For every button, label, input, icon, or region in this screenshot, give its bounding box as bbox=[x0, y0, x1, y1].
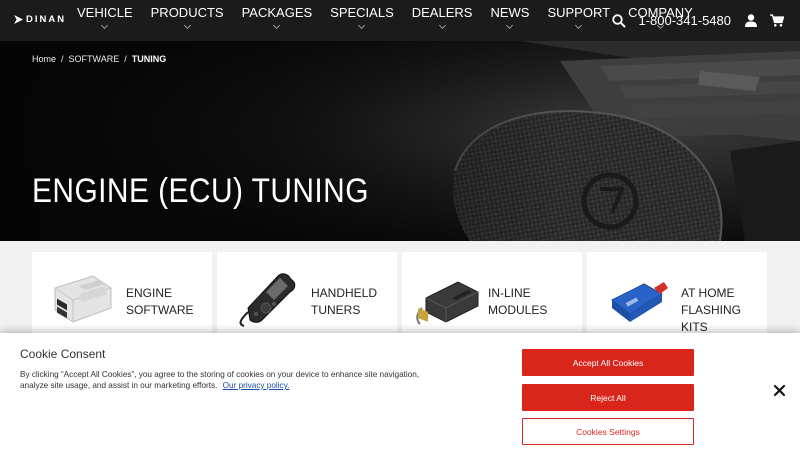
accept-all-cookies-button[interactable]: Accept All Cookies bbox=[522, 349, 694, 376]
obd-flash-cable-image bbox=[601, 268, 671, 328]
card-label: AT HOME FLASHING KITS bbox=[681, 285, 767, 336]
card-label-line: IN-LINE MODULES bbox=[488, 286, 548, 317]
nav-label: VEHICLE bbox=[77, 5, 133, 20]
main-menu: VEHICLE PRODUCTS PACKAGES SPECIALS DEALE… bbox=[68, 0, 702, 41]
close-icon[interactable] bbox=[773, 384, 786, 402]
ecu-module-image bbox=[46, 268, 116, 328]
nav-label: NEWS bbox=[490, 5, 530, 20]
user-icon[interactable] bbox=[745, 14, 757, 27]
chevron-down-icon bbox=[273, 21, 281, 30]
nav-label: PRODUCTS bbox=[150, 5, 224, 20]
nav-utilities: 1-800-341-5480 bbox=[612, 0, 800, 41]
nav-item-news[interactable]: NEWS bbox=[481, 0, 538, 41]
card-label-line: SOFTWARE bbox=[126, 303, 194, 317]
nav-label: SPECIALS bbox=[330, 5, 394, 20]
card-label: IN-LINE MODULES bbox=[488, 285, 582, 319]
search-icon[interactable] bbox=[612, 13, 627, 28]
engine-bay-image bbox=[0, 41, 800, 241]
nav-label: DEALERS bbox=[411, 5, 473, 20]
chevron-down-icon bbox=[506, 21, 514, 30]
card-label: HANDHELD TUNERS bbox=[311, 285, 377, 319]
privacy-policy-link[interactable]: Our privacy policy. bbox=[223, 381, 290, 390]
nav-item-dealers[interactable]: DEALERS bbox=[403, 0, 482, 41]
cookie-description: By clicking “Accept All Cookies”, you ag… bbox=[20, 369, 445, 391]
card-label-line: HANDHELD bbox=[311, 286, 378, 300]
cookie-title: Cookie Consent bbox=[20, 347, 106, 361]
nav-item-specials[interactable]: SPECIALS bbox=[321, 0, 403, 41]
breadcrumb-current: TUNING bbox=[131, 54, 167, 64]
chevron-down-icon bbox=[438, 21, 446, 30]
logo-text: DINAN bbox=[26, 14, 67, 25]
breadcrumb-separator: / bbox=[124, 54, 127, 64]
cookies-settings-button[interactable]: Cookies Settings bbox=[522, 418, 694, 445]
chevron-down-icon bbox=[358, 21, 366, 30]
nav-item-support[interactable]: SUPPORT bbox=[538, 0, 619, 41]
card-label-line: AT HOME FLASHING bbox=[681, 286, 742, 317]
dinan-logo[interactable]: DINAN bbox=[14, 14, 66, 25]
nav-item-packages[interactable]: PACKAGES bbox=[233, 0, 322, 41]
inline-module-image bbox=[412, 268, 482, 328]
nav-label: PACKAGES bbox=[241, 5, 313, 20]
nav-item-products[interactable]: PRODUCTS bbox=[142, 0, 233, 41]
logo-mark-icon bbox=[14, 15, 23, 24]
card-label-line: TUNERS bbox=[311, 303, 361, 317]
breadcrumb-software[interactable]: SOFTWARE bbox=[69, 54, 120, 64]
nav-label: SUPPORT bbox=[547, 5, 611, 20]
cart-icon[interactable] bbox=[770, 14, 784, 27]
nav-item-vehicle[interactable]: VEHICLE bbox=[68, 0, 142, 41]
breadcrumb-separator: / bbox=[61, 54, 64, 64]
cookie-consent-banner: Cookie Consent By clicking “Accept All C… bbox=[0, 333, 800, 450]
breadcrumb-home[interactable]: Home bbox=[32, 54, 56, 64]
handheld-tuner-image bbox=[231, 268, 301, 328]
chevron-down-icon bbox=[183, 21, 191, 30]
breadcrumb: Home / SOFTWARE / TUNING bbox=[32, 54, 166, 64]
hero-banner: Home / SOFTWARE / TUNING ENGINE (ECU) TU… bbox=[0, 41, 800, 241]
chevron-down-icon bbox=[101, 21, 109, 30]
card-label-line: ENGINE bbox=[126, 286, 173, 300]
top-nav: DINAN VEHICLE PRODUCTS PACKAGES SPECIALS… bbox=[0, 0, 800, 41]
chevron-down-icon bbox=[575, 21, 583, 30]
page-title: ENGINE (ECU) TUNING bbox=[32, 172, 369, 210]
phone-number[interactable]: 1-800-341-5480 bbox=[638, 13, 731, 28]
card-label: ENGINE SOFTWARE bbox=[126, 285, 194, 319]
cookie-text: By clicking “Accept All Cookies”, you ag… bbox=[20, 370, 420, 390]
reject-all-button[interactable]: Reject All bbox=[522, 384, 694, 411]
